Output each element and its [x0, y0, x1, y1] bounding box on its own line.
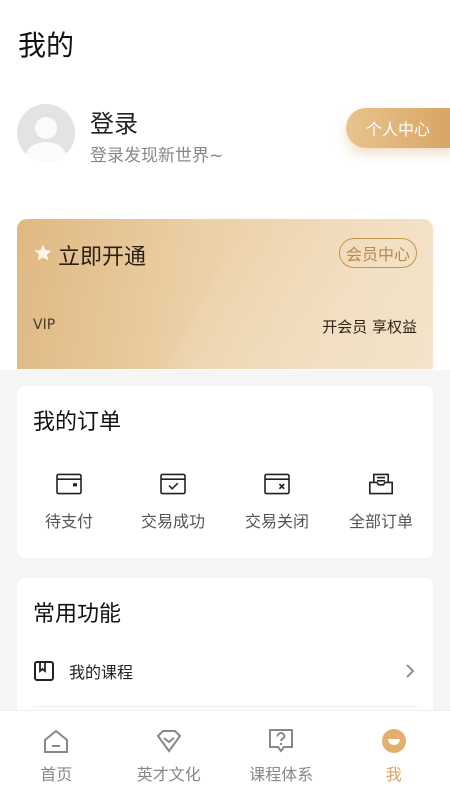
- my-courses-label: 我的课程: [69, 663, 134, 682]
- tab-label: 英才文化: [136, 765, 201, 784]
- order-label: 交易成功: [140, 512, 205, 531]
- tab-label: 课程体系: [249, 765, 314, 784]
- member-center-button[interactable]: 会员中心: [338, 238, 417, 268]
- diamond-icon: [156, 730, 182, 753]
- question-icon: [269, 729, 294, 753]
- wallet-icon: [56, 473, 82, 495]
- tab-label: 我: [385, 765, 402, 784]
- page-title: 我的: [18, 29, 75, 62]
- bottom-tabbar: 首页 英才文化 课程体系 我: [0, 710, 450, 800]
- tab-me[interactable]: 我: [338, 711, 450, 800]
- functions-card: 常用功能 我的课程: [17, 578, 433, 710]
- divider: [33, 706, 417, 707]
- my-courses-row[interactable]: 我的课程: [33, 656, 417, 686]
- order-grid: 待支付 交易成功 交易关闭 全部订单: [17, 472, 433, 532]
- tab-home[interactable]: 首页: [0, 711, 113, 800]
- login-title[interactable]: 登录: [90, 104, 138, 139]
- order-label: 交易关闭: [244, 512, 309, 531]
- vip-title[interactable]: 立即开通: [58, 239, 146, 271]
- vip-card[interactable]: 立即开通 会员中心 VIP 开会员 享权益: [17, 219, 433, 369]
- order-all[interactable]: 全部订单: [329, 472, 433, 532]
- user-avatar-icon: [17, 104, 75, 162]
- order-label: 待支付: [44, 512, 93, 531]
- check-box-icon: [160, 473, 186, 495]
- close-box-icon: [264, 473, 290, 495]
- header-area: 我的 登录 登录发现新世界~ 个人中心 立即开通 会员中心 VIP 开会员 享权…: [0, 0, 450, 370]
- avatar[interactable]: [17, 104, 75, 162]
- order-pending[interactable]: 待支付: [17, 472, 121, 532]
- smile-icon: [381, 729, 406, 753]
- inbox-icon: [369, 473, 393, 495]
- vip-label: VIP: [33, 317, 56, 333]
- login-subtitle: 登录发现新世界~: [90, 146, 224, 166]
- order-success[interactable]: 交易成功: [121, 472, 225, 532]
- orders-card: 我的订单 待支付 交易成功 交易关闭 全部订单: [17, 386, 433, 558]
- home-icon: [44, 729, 69, 753]
- book-icon: [34, 661, 54, 681]
- vip-benefit-text: 开会员 享权益: [322, 318, 417, 336]
- functions-title: 常用功能: [33, 602, 122, 627]
- order-closed[interactable]: 交易关闭: [225, 472, 329, 532]
- chevron-right-icon: [406, 664, 415, 678]
- tab-courses[interactable]: 课程体系: [225, 711, 338, 800]
- order-label: 全部订单: [348, 512, 413, 531]
- profile-center-button[interactable]: 个人中心: [346, 108, 450, 148]
- star-icon: [34, 244, 52, 261]
- tab-culture[interactable]: 英才文化: [113, 711, 226, 800]
- orders-title: 我的订单: [33, 410, 122, 435]
- tab-label: 首页: [40, 765, 73, 784]
